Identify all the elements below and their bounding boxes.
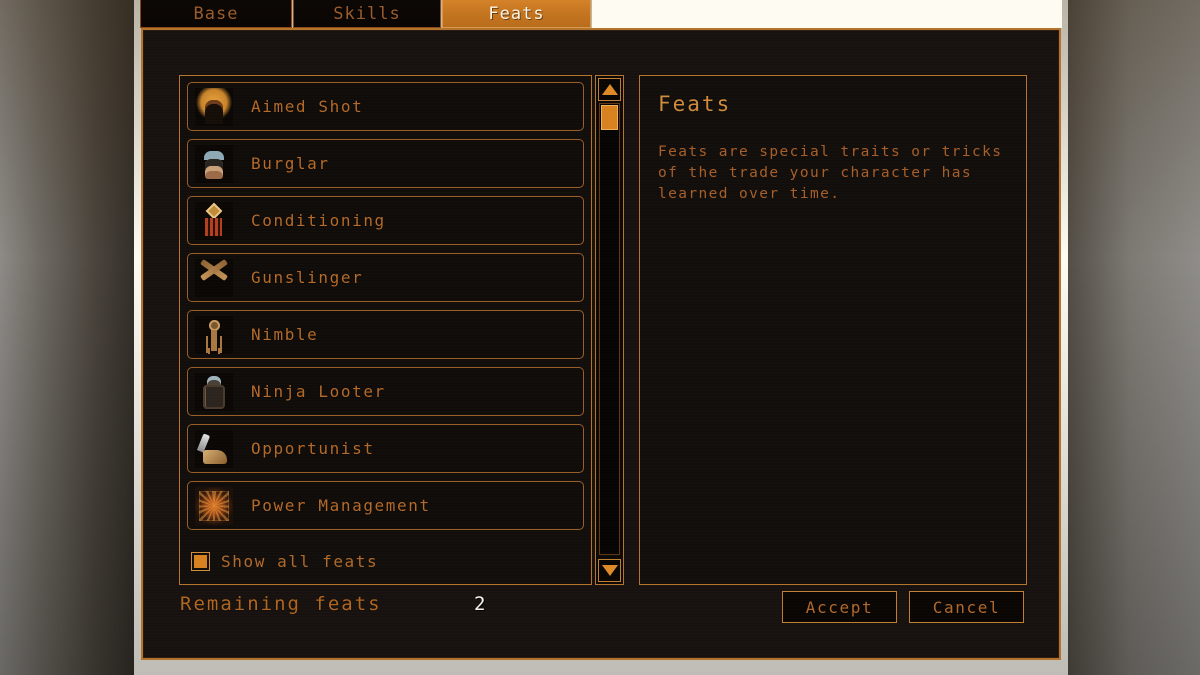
description-body: Feats are special traits or tricks of th… <box>658 144 1003 202</box>
triangle-up-icon <box>601 84 618 95</box>
show-all-feats-checkbox[interactable] <box>191 552 210 571</box>
feat-list-item[interactable]: Aimed Shot <box>187 82 584 131</box>
feat-label: Aimed Shot <box>251 97 364 116</box>
feat-list-item[interactable]: Burglar <box>187 139 584 188</box>
feat-label: Nimble <box>251 325 319 344</box>
burglar-icon <box>195 144 233 183</box>
tab-strip: Base Skills Feats <box>140 0 1062 28</box>
feat-list-item[interactable]: Gunslinger <box>187 253 584 302</box>
tab-feats[interactable]: Feats <box>442 0 591 28</box>
feat-list-panel: Aimed Shot Burglar Conditioning Gunsling… <box>179 75 592 585</box>
show-all-feats-row[interactable]: Show all feats <box>180 539 591 584</box>
feat-label: Ninja Looter <box>251 382 386 401</box>
character-feats-dialog: Aimed Shot Burglar Conditioning Gunsling… <box>141 28 1061 660</box>
desktop-backdrop: Base Skills Feats Aimed Shot Burglar Con… <box>0 0 1200 675</box>
tab-base-label: Base <box>193 3 239 24</box>
aimed-shot-icon <box>195 87 233 126</box>
feat-label: Burglar <box>251 154 330 173</box>
scroll-up-button[interactable] <box>598 78 621 101</box>
feat-label: Opportunist <box>251 439 375 458</box>
gunslinger-icon <box>195 258 233 297</box>
remaining-feats-label: Remaining feats <box>180 593 382 615</box>
tab-strip-filler <box>592 0 1062 28</box>
feat-label: Power Management <box>251 496 431 515</box>
feat-list-item[interactable]: Power Management <box>187 481 584 530</box>
feat-list-item[interactable]: Ninja Looter <box>187 367 584 416</box>
cancel-button[interactable]: Cancel <box>909 591 1024 623</box>
description-title: Feats <box>658 92 732 116</box>
opportunist-icon <box>195 429 233 468</box>
show-all-feats-label: Show all feats <box>221 552 379 571</box>
nimble-icon <box>195 315 233 354</box>
feat-list[interactable]: Aimed Shot Burglar Conditioning Gunsling… <box>180 76 591 541</box>
feat-description-panel: Feats Feats are special traits or tricks… <box>639 75 1027 585</box>
tab-skills-label: Skills <box>333 3 401 24</box>
conditioning-icon <box>195 201 233 240</box>
feat-label: Gunslinger <box>251 268 364 287</box>
scroll-down-button[interactable] <box>598 559 621 582</box>
accept-button[interactable]: Accept <box>782 591 897 623</box>
tab-skills[interactable]: Skills <box>293 0 441 28</box>
cancel-button-label: Cancel <box>932 597 1001 617</box>
feat-list-item[interactable]: Conditioning <box>187 196 584 245</box>
feat-label: Conditioning <box>251 211 386 230</box>
scrollbar-thumb[interactable] <box>601 105 618 130</box>
dialog-footer: Remaining feats 2 Accept Cancel <box>143 581 1059 658</box>
remaining-feats-value: 2 <box>474 593 486 615</box>
feat-list-item[interactable]: Nimble <box>187 310 584 359</box>
feat-list-item[interactable]: Opportunist <box>187 424 584 473</box>
power-management-icon <box>195 486 233 525</box>
tab-feats-label: Feats <box>488 3 545 24</box>
accept-button-label: Accept <box>805 597 874 617</box>
triangle-down-icon <box>601 565 618 576</box>
tab-base[interactable]: Base <box>140 0 292 28</box>
feat-list-scrollbar[interactable] <box>595 75 624 585</box>
ninja-looter-icon <box>195 372 233 411</box>
scrollbar-track[interactable] <box>599 103 620 555</box>
